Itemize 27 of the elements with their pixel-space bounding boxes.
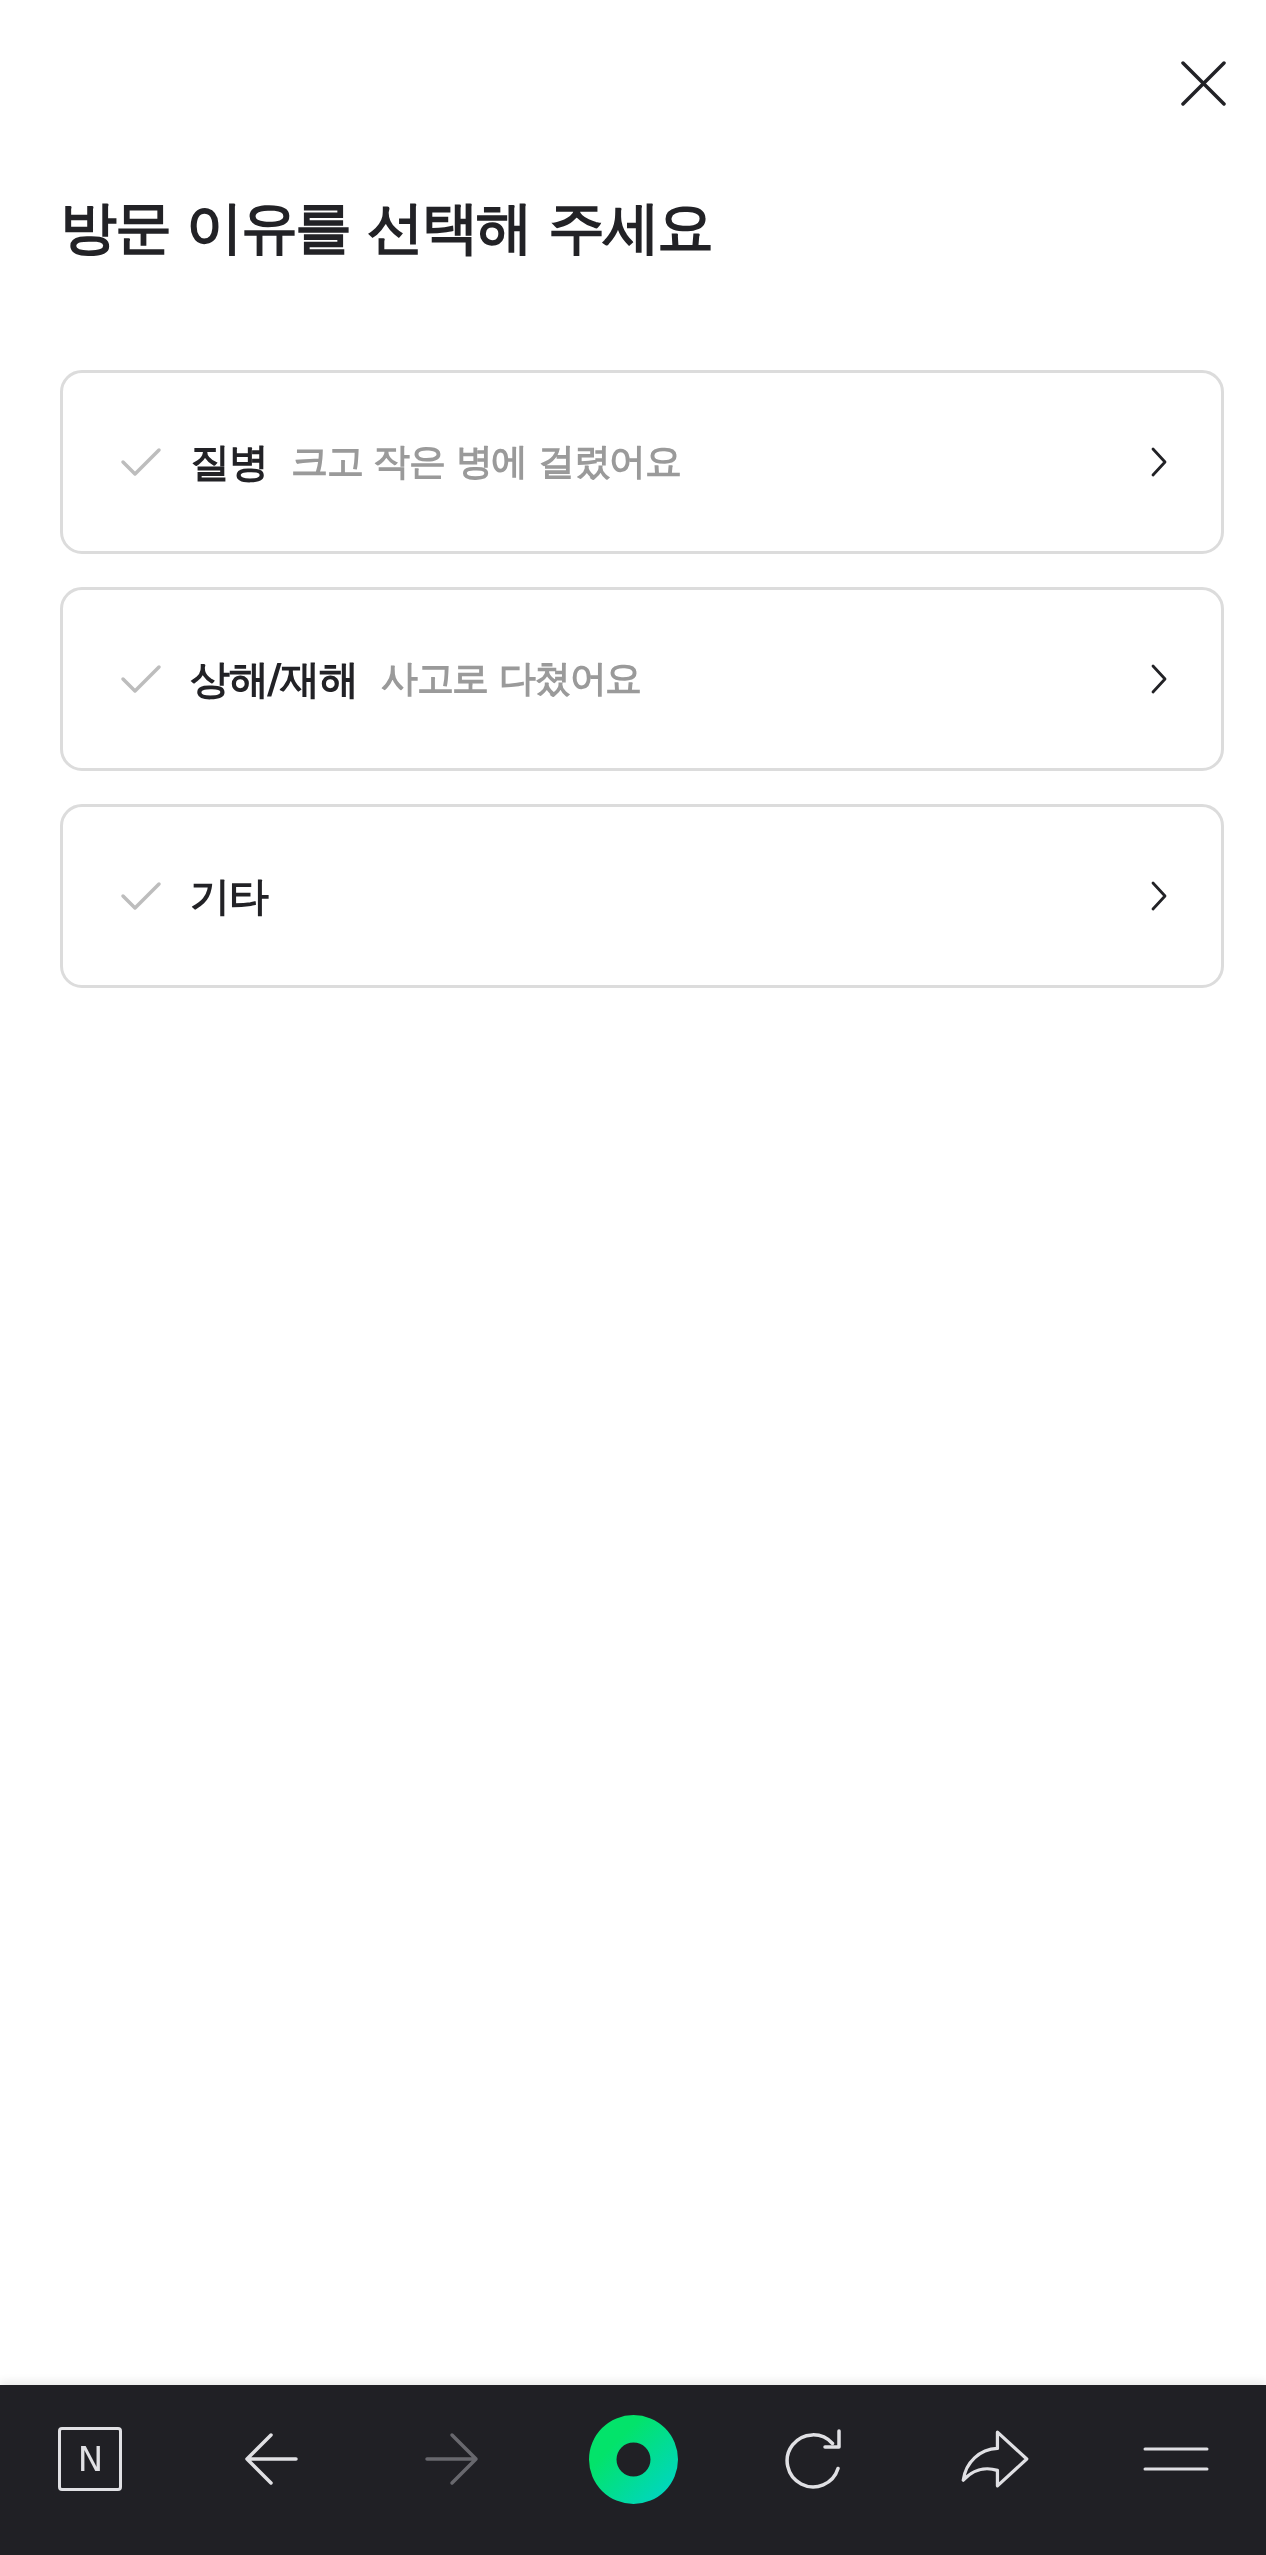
- close-icon: [1181, 61, 1226, 106]
- curved-arrow-icon: [959, 2429, 1030, 2489]
- close-button[interactable]: [1181, 61, 1226, 106]
- logo-button[interactable]: N: [58, 2427, 123, 2491]
- menu-button[interactable]: [1142, 2447, 1209, 2471]
- chevron-right-icon: [1151, 881, 1167, 911]
- check-icon: [120, 664, 162, 694]
- option-description: 사고로 다쳤어요: [381, 656, 641, 702]
- option-label: 상해/재해: [190, 654, 358, 704]
- check-icon: [120, 447, 162, 477]
- page-title: 방문 이유를 선택해 주세요: [60, 193, 712, 262]
- option-card[interactable]: 상해/재해 사고로 다쳤어요: [60, 587, 1224, 771]
- option-card[interactable]: 기타: [60, 804, 1224, 988]
- option-description: 크고 작은 병에 걸렸어요: [291, 439, 681, 485]
- option-card[interactable]: 질병 크고 작은 병에 걸렸어요: [60, 370, 1224, 554]
- left-arrow-icon: [244, 2432, 299, 2486]
- option-label: 질병: [190, 437, 267, 487]
- option-label: 기타: [190, 871, 267, 921]
- ring-button[interactable]: [588, 2414, 678, 2504]
- check-icon: [120, 881, 162, 911]
- menu-icon: [1142, 2447, 1209, 2471]
- back-button[interactable]: [244, 2432, 299, 2486]
- chevron-right-icon: [1151, 664, 1167, 694]
- right-arrow-icon: [425, 2432, 480, 2486]
- ring-icon: [588, 2414, 678, 2504]
- share-button[interactable]: [959, 2429, 1030, 2489]
- chevron-right-icon: [1151, 447, 1167, 477]
